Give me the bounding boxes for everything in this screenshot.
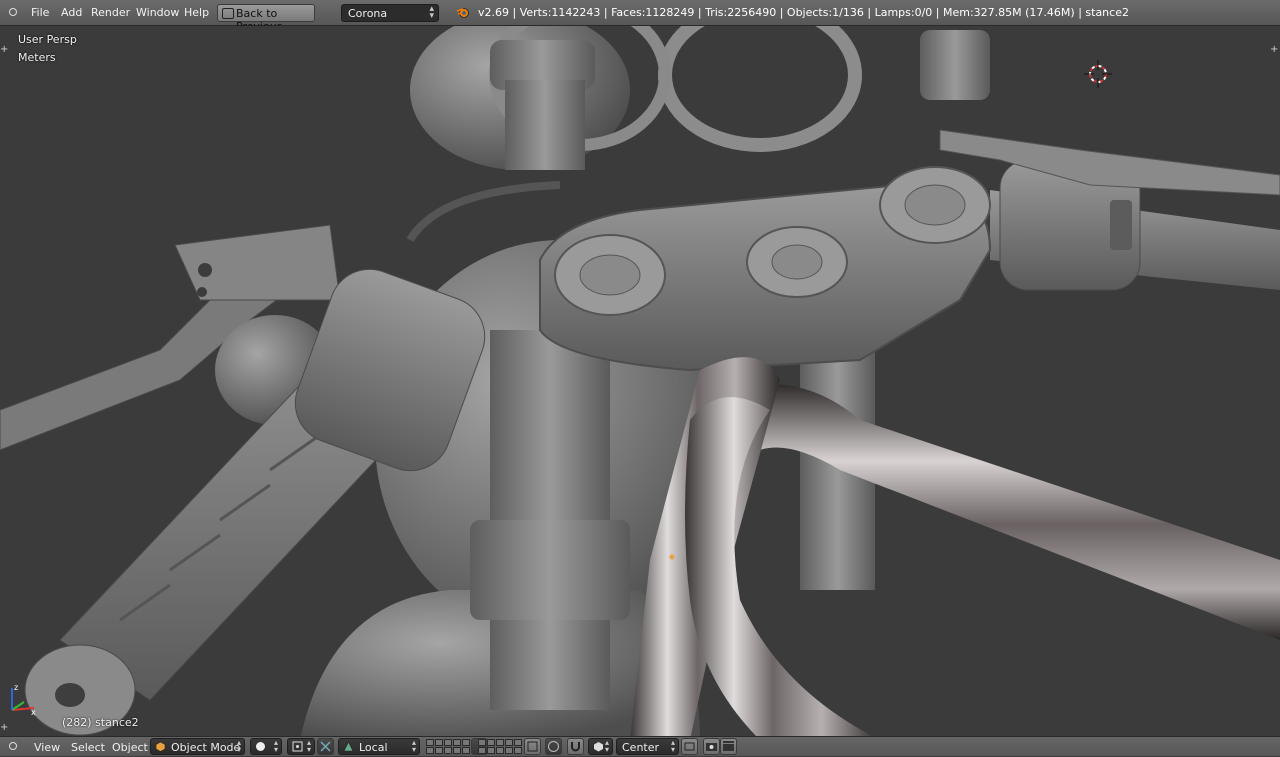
snap-element-dropdown[interactable]: ▴ ▾: [588, 738, 613, 755]
snap-toggle-button[interactable]: [567, 738, 584, 755]
render-engine-dropdown[interactable]: Corona ▴ ▾: [341, 4, 439, 22]
menu-render[interactable]: Render: [91, 6, 130, 19]
dropdown-arrows-icon: ▴ ▾: [236, 738, 241, 754]
opengl-animation-button[interactable]: [720, 738, 737, 755]
orientation-label: Local: [359, 741, 388, 754]
mode-label: Object Mode: [171, 741, 241, 754]
orientation-icon: [343, 741, 354, 752]
screen-back-icon: [222, 8, 234, 19]
menu-view[interactable]: View: [34, 741, 60, 754]
layer-lock-icon: [527, 741, 538, 752]
menu-window[interactable]: Window: [136, 6, 179, 19]
menu-select[interactable]: Select: [71, 741, 105, 754]
camera-render-icon: [706, 743, 717, 751]
view-name-label: User Persp: [18, 33, 77, 46]
render-engine-label: Corona: [348, 7, 388, 20]
mode-dropdown[interactable]: Object Mode ▴ ▾: [150, 738, 245, 755]
solid-shading-icon: [256, 742, 265, 751]
object-origin-dot: [669, 554, 675, 560]
object-mode-icon: [155, 741, 166, 752]
dropdown-arrows-icon: ▴ ▾: [411, 738, 416, 754]
transform-orientation-dropdown[interactable]: Local ▴ ▾: [338, 738, 420, 755]
manipulator-toggle[interactable]: [317, 738, 334, 755]
align-icon: [684, 742, 695, 751]
viewport-shading-dropdown[interactable]: ▴ ▾: [250, 738, 282, 755]
3d-viewport[interactable]: User Persp Meters (282) stance2 + + + z …: [0, 26, 1280, 736]
menu-file[interactable]: File: [31, 6, 49, 19]
cube-snap-icon: [594, 742, 603, 752]
pivot-icon: [292, 741, 303, 752]
svg-text:z: z: [14, 683, 18, 692]
manipulator-icon: [320, 741, 331, 752]
align-rotation-button[interactable]: [681, 738, 698, 755]
lower-triple-clamp: [470, 520, 630, 620]
dropdown-arrows-icon: ▴ ▾: [429, 4, 434, 21]
3d-view-editor-icon: [9, 742, 17, 750]
pivot-point-dropdown[interactable]: ▴ ▾: [287, 738, 315, 755]
magnet-icon: [571, 742, 580, 752]
units-label: Meters: [18, 51, 56, 64]
proportional-edit-button[interactable]: [545, 738, 562, 755]
frame-object-label: (282) stance2: [62, 716, 139, 729]
lock-camera-button[interactable]: [524, 738, 541, 755]
kill-switch: [1110, 200, 1132, 250]
scene-layers-group-1[interactable]: [426, 739, 470, 755]
dropdown-arrows-icon: ▴ ▾: [604, 738, 609, 754]
menu-add[interactable]: Add: [61, 6, 82, 19]
scene-layers-group-2[interactable]: [478, 739, 522, 755]
blender-logo-icon: [456, 8, 469, 18]
menu-object[interactable]: Object: [112, 741, 148, 754]
snap-target-label: Center: [622, 741, 660, 754]
chrome-handlebar-right: [700, 384, 1280, 640]
dropdown-arrows-icon: ▴ ▾: [306, 738, 311, 754]
opengl-render-button[interactable]: [703, 738, 720, 755]
3d-cursor-icon[interactable]: [1084, 60, 1112, 88]
info-header: File Add Render Window Help Back to Prev…: [0, 0, 1280, 33]
3d-view-editor-type-button[interactable]: [4, 739, 22, 755]
clapper-icon: [723, 741, 734, 751]
editor-type-button[interactable]: [4, 5, 22, 21]
3d-view-header: View Select Object Object Mode ▴ ▾ ▴ ▾ ▴ ▾ …: [0, 736, 1280, 756]
proportional-edit-icon: [548, 741, 559, 752]
snap-target-dropdown[interactable]: Center ▴ ▾: [616, 738, 679, 755]
motorcycle-handlebar-model[interactable]: [0, 26, 1280, 736]
scene-statistics: v2.69 | Verts:1142243 | Faces:1128249 | …: [478, 6, 1129, 19]
back-to-previous-button[interactable]: Back to Previous: [217, 4, 315, 33]
region-toggle-left[interactable]: +: [0, 44, 10, 56]
editor-type-icon: [9, 8, 17, 16]
region-toggle-bottom-left[interactable]: +: [0, 722, 10, 734]
dropdown-arrows-icon: ▴ ▾: [670, 738, 675, 754]
brake-line: [406, 181, 561, 243]
speedometer-ring: [658, 26, 862, 152]
right-brake-lever: [939, 129, 1280, 196]
svg-text:x: x: [31, 708, 36, 717]
menu-help[interactable]: Help: [184, 6, 209, 19]
dropdown-arrows-icon: ▴ ▾: [273, 738, 278, 754]
region-toggle-right[interactable]: +: [1270, 44, 1280, 56]
axis-gizmo-icon: z x: [11, 683, 36, 717]
right-reservoir: [920, 30, 990, 100]
